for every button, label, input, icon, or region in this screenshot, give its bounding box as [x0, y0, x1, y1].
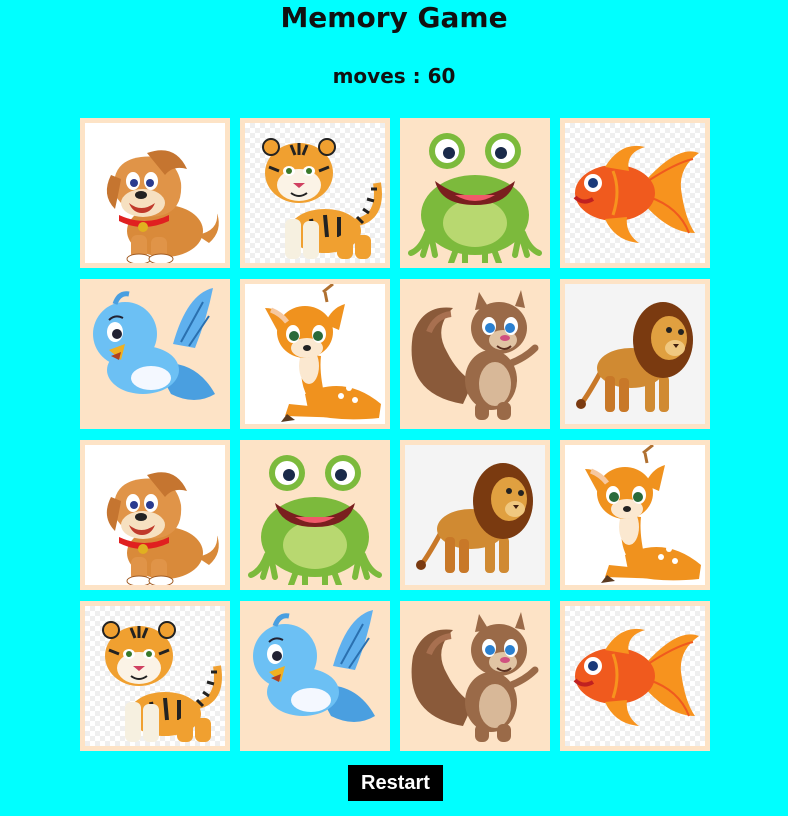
- card-face: [405, 123, 545, 263]
- card-face: [85, 284, 225, 424]
- squirrel-icon: [411, 290, 539, 420]
- card-face: [85, 606, 225, 746]
- card-face: [565, 445, 705, 585]
- memory-card[interactable]: [400, 440, 550, 590]
- card-face: [565, 606, 705, 746]
- lion-icon: [416, 463, 533, 573]
- deer-icon: [585, 445, 701, 583]
- memory-card[interactable]: [240, 279, 390, 429]
- memory-card[interactable]: [560, 279, 710, 429]
- card-face: [245, 123, 385, 263]
- tiger-icon: [102, 621, 222, 742]
- lion-icon: [576, 302, 693, 412]
- card-face: [245, 606, 385, 746]
- moves-counter: moves : 60: [332, 64, 456, 88]
- memory-card[interactable]: [80, 279, 230, 429]
- squirrel-icon: [411, 612, 539, 742]
- memory-card[interactable]: [400, 279, 550, 429]
- card-face: [245, 284, 385, 424]
- fish-icon: [573, 628, 699, 726]
- card-face: [565, 123, 705, 263]
- card-grid: [80, 118, 712, 751]
- tiger-icon: [262, 138, 382, 259]
- dog-icon: [106, 150, 220, 263]
- card-face: [405, 284, 545, 424]
- restart-button[interactable]: Restart: [348, 765, 443, 801]
- memory-card[interactable]: [240, 440, 390, 590]
- bird-icon: [93, 288, 215, 400]
- fish-icon: [573, 145, 699, 243]
- card-face: [85, 123, 225, 263]
- memory-card[interactable]: [400, 601, 550, 751]
- memory-card[interactable]: [80, 601, 230, 751]
- memory-card[interactable]: [560, 601, 710, 751]
- memory-card[interactable]: [240, 118, 390, 268]
- card-face: [565, 284, 705, 424]
- card-face: [85, 445, 225, 585]
- memory-card[interactable]: [560, 118, 710, 268]
- memory-card[interactable]: [80, 440, 230, 590]
- memory-card[interactable]: [80, 118, 230, 268]
- memory-card[interactable]: [240, 601, 390, 751]
- card-face: [405, 606, 545, 746]
- game-title: Memory Game: [280, 1, 508, 34]
- frog-icon: [248, 455, 382, 585]
- memory-card[interactable]: [560, 440, 710, 590]
- dog-icon: [106, 472, 220, 585]
- bird-icon: [253, 610, 375, 722]
- frog-icon: [408, 133, 542, 263]
- card-face: [245, 445, 385, 585]
- memory-card[interactable]: [400, 118, 550, 268]
- card-face: [405, 445, 545, 585]
- deer-icon: [265, 284, 381, 422]
